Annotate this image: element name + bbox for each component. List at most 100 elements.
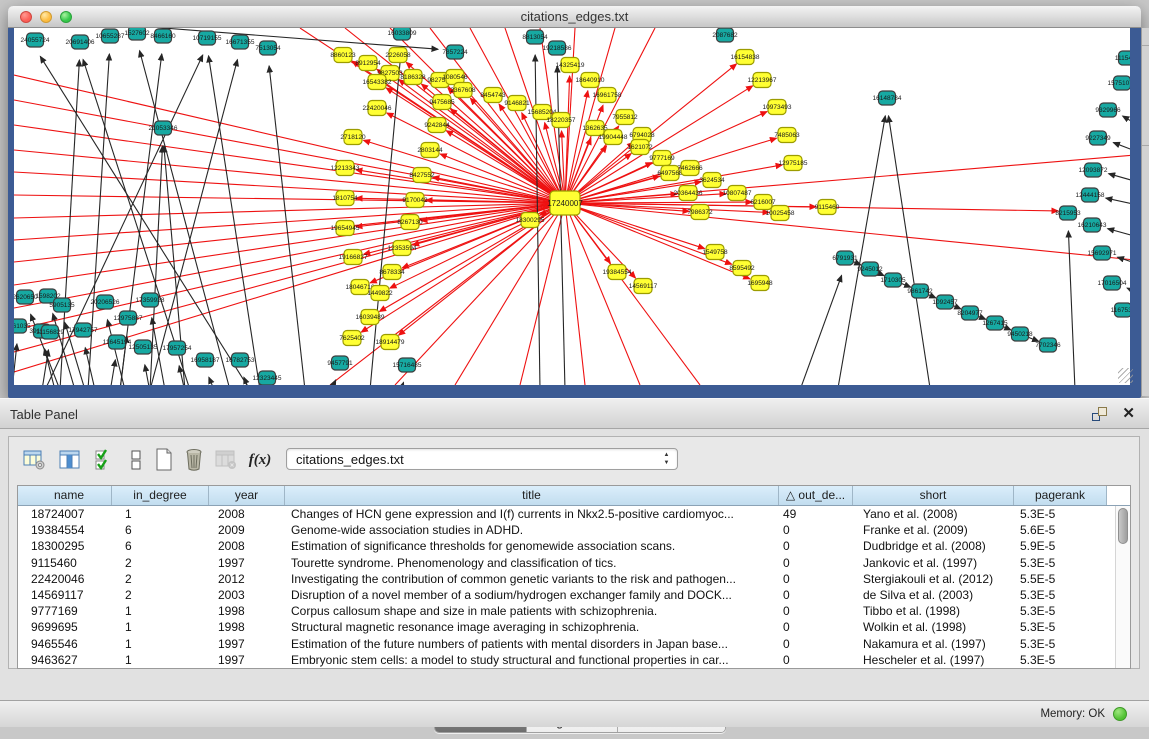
graph-node[interactable]: 16148784 [873,91,902,105]
graph-node[interactable]: 9146821 [504,96,530,111]
graph-node[interactable]: 1449822 [367,286,393,301]
graph-node[interactable]: 7625402 [339,331,365,346]
network-graph-canvas[interactable]: 2405572420691406106552871527602846616010… [14,28,1130,385]
graph-node[interactable]: 9115460 [815,200,840,215]
graph-node[interactable]: 7986372 [687,205,713,220]
graph-node[interactable]: 19384554 [603,265,632,280]
graph-node[interactable]: 16033809 [388,28,417,40]
graph-node[interactable]: 12444158 [1076,188,1105,202]
graph-node[interactable]: 17957254 [163,341,192,355]
graph-node[interactable]: 16958187 [191,353,220,367]
table-row[interactable]: 946554611997Estimation of the future num… [18,636,1130,652]
graph-node[interactable]: 18640910 [576,73,605,88]
graph-node[interactable]: 8186328 [400,70,426,85]
graph-node[interactable]: 7485063 [774,128,800,143]
column-header-pagerank[interactable]: pagerank [1014,486,1107,505]
graph-node[interactable]: 17016504 [1098,276,1127,290]
graph-node[interactable]: 8427552 [409,168,435,183]
table-row[interactable]: 2242004622012Investigating the contribut… [18,571,1130,587]
graph-node[interactable]: 12213967 [748,73,777,88]
graph-node[interactable]: 8860123 [330,48,356,63]
graph-node[interactable]: 9170042 [402,193,428,208]
table-vertical-scrollbar[interactable] [1115,506,1130,668]
graph-node[interactable]: 7513054 [255,41,281,55]
graph-node[interactable]: 2087682 [712,28,738,42]
graph-node[interactable]: 9861742 [907,284,933,298]
graph-node[interactable]: 2226058 [385,48,411,63]
unselect-all-columns-icon[interactable] [123,447,149,473]
graph-node[interactable]: 16671355 [226,35,255,49]
graph-node[interactable]: 19166827 [339,250,368,265]
graph-node[interactable]: 19218586 [543,41,572,55]
table-row[interactable]: 911546021997Tourette syndrome. Phenomeno… [18,555,1130,571]
column-header-in_degree[interactable]: in_degree [112,486,209,505]
graph-node[interactable]: 1267415 [982,316,1008,330]
graph-node[interactable]: 20364436 [674,186,703,201]
window-resize-grip[interactable] [1118,368,1133,383]
graph-node[interactable]: 2803144 [417,143,443,158]
graph-node[interactable]: 1092457 [932,295,958,309]
graph-node[interactable]: 1115488 [1115,51,1130,65]
graph-node[interactable]: 7702346 [1035,338,1061,352]
graph-node[interactable]: 8454743 [480,88,506,103]
graph-node[interactable]: 8466160 [150,29,176,43]
table-row[interactable]: 1872400712008Changes of HCN gene express… [18,506,1130,522]
graph-node[interactable]: 8595492 [729,261,755,276]
select-all-columns-icon[interactable] [91,447,117,473]
graph-node[interactable]: 9329966 [1095,103,1121,117]
table-row[interactable]: 1830029562008Estimation of significance … [18,538,1130,554]
graph-node[interactable]: 16154838 [731,50,760,65]
graph-node[interactable]: 9450218 [1007,327,1033,341]
graph-node[interactable]: 8204977 [957,306,983,320]
graph-node[interactable]: 8267130 [397,215,423,230]
scrollbar-thumb[interactable] [1118,508,1128,544]
graph-node[interactable]: 12093872 [1079,163,1108,177]
column-header-name[interactable]: name [27,486,112,505]
table-row[interactable]: 969969511998Structural magnetic resonanc… [18,619,1130,635]
graph-node[interactable]: 9777169 [649,151,675,166]
graph-node[interactable]: 17359928 [136,293,165,307]
graph-node[interactable]: 12975887 [114,311,143,325]
window-titlebar[interactable]: citations_edges.txt [8,6,1141,28]
graph-node[interactable]: 10973493 [763,100,792,115]
graph-node[interactable]: 15716485 [393,358,422,372]
graph-node[interactable]: 18914479 [376,335,405,350]
graph-node[interactable]: 1549758 [702,245,728,260]
table-row[interactable]: 1456911722003Disruption of a novel membe… [18,587,1130,603]
graph-node[interactable]: 9475685 [429,95,455,110]
table-row[interactable]: 1938455462009Genome-wide association stu… [18,522,1130,538]
graph-node[interactable]: 1810754 [332,191,358,206]
graph-node[interactable]: 16210643 [1078,218,1107,232]
graph-node[interactable]: 12505135 [129,340,158,354]
column-header-out_de[interactable]: △ out_de... [779,486,853,505]
graph-node[interactable]: 16782753 [226,353,255,367]
graph-hub-node[interactable]: 17240007 [547,191,583,215]
close-panel-icon[interactable]: ✕ [1122,404,1135,422]
float-panel-icon[interactable] [1092,407,1107,421]
graph-node[interactable]: 9457791 [327,356,353,370]
graph-node[interactable]: 6791931 [832,251,858,265]
graph-node[interactable]: 9242844 [424,118,450,133]
graph-node[interactable]: 17942757 [69,323,98,337]
column-header-year[interactable]: year [209,486,285,505]
show-column-icon[interactable] [57,447,83,473]
table-row[interactable]: 946362711997Embryonic stem cells: a mode… [18,652,1130,668]
graph-node[interactable]: 19654945 [331,221,360,236]
graph-node[interactable]: 9227349 [1085,131,1111,145]
graph-node[interactable]: 1621072 [627,140,653,155]
delete-column-icon[interactable] [181,447,207,473]
table-mode-icon[interactable] [21,447,47,473]
graph-node[interactable]: 7857224 [442,45,468,59]
graph-node[interactable]: 8678334 [379,265,405,280]
graph-node[interactable]: 14325419 [556,58,585,73]
graph-node[interactable]: 8912954 [355,56,381,71]
table-row[interactable]: 977716911998Corpus callosum shape and si… [18,603,1130,619]
graph-node[interactable]: 10719155 [193,31,222,45]
graph-node[interactable]: 1695948 [747,276,773,291]
new-column-icon[interactable] [151,447,177,473]
function-builder-icon[interactable]: f(x) [247,447,273,473]
graph-node[interactable]: 1167535 [1111,303,1130,317]
column-header-title[interactable]: title [285,486,779,505]
graph-node[interactable]: 7462666 [677,161,703,176]
graph-node[interactable]: 3624534 [699,173,725,188]
